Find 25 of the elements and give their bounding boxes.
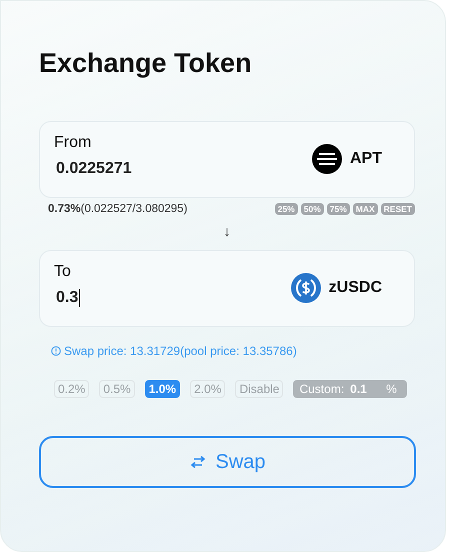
amount-input[interactable]: 0.3 [56,289,78,307]
amount-preset-button[interactable]: RESET [380,203,415,215]
slippage-option[interactable]: 2.0% [190,380,226,398]
slippage-option[interactable]: 0.2% [54,380,90,398]
slippage-option[interactable]: 1.0% [144,380,180,398]
amount-preset-button[interactable]: MAX [352,203,378,215]
amount-preset-button[interactable]: 25% [274,203,298,215]
amount-preset-button[interactable]: 75% [326,203,350,215]
amount-input[interactable]: 0.0225271 [56,160,132,178]
token-icon [312,144,342,174]
info-icon [51,346,61,356]
amount-preset-button[interactable]: 50% [300,203,324,215]
direction-arrow: ↓ [224,223,230,239]
swap-icon [189,456,208,468]
field-label: To [54,263,72,281]
balance-text: 0.73%(0.022527/3.080295) [48,203,188,215]
swap-button[interactable]: Swap [39,436,416,488]
swap-price-text: Swap price: 13.31729(pool price: 13.35786) [64,344,297,358]
slippage-option[interactable]: Disable [235,380,284,398]
token-icon [290,273,321,303]
field-label: From [54,134,92,152]
slippage-option[interactable]: 0.5% [99,380,135,398]
page-title: Exchange Token [39,47,253,80]
token-selector[interactable]: zUSDC [290,273,382,303]
token-selector[interactable]: APT [312,144,382,174]
